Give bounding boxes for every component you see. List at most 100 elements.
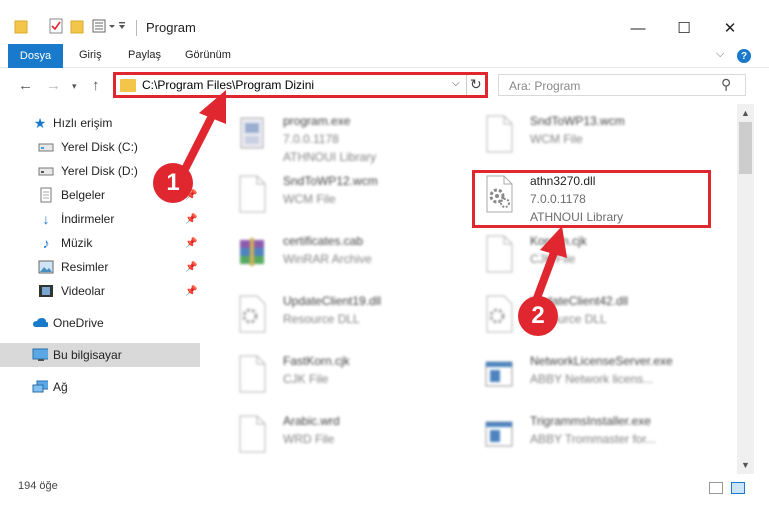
file-item[interactable]: SndToWP12.wcm WCM File <box>211 170 451 226</box>
tab-file[interactable]: Dosya <box>8 44 63 68</box>
sidebar-item-disk-c[interactable]: Yerel Disk (C:) <box>0 135 200 159</box>
archive-icon <box>235 234 269 274</box>
documents-icon <box>38 187 54 203</box>
file-description: WCM File <box>283 192 336 206</box>
recent-locations-icon[interactable]: ▾ <box>72 81 77 92</box>
sidebar-item-quick-access[interactable]: ★ Hızlı erişim <box>0 111 200 135</box>
ribbon-tabs: Dosya Giriş Paylaş Görünüm ⌵ ? <box>0 44 769 68</box>
file-name: TrigrammsInstaller.exe <box>530 414 651 428</box>
sidebar-item-label: Belgeler <box>61 188 106 202</box>
star-icon: ★ <box>33 114 47 131</box>
file-item[interactable]: UpdateClient42.dll Resource DLL <box>458 290 698 346</box>
file-item[interactable]: TrigrammsInstaller.exe ABBY Trommaster f… <box>458 410 698 466</box>
item-count: 194 öğe <box>18 480 58 492</box>
sidebar-item-label: İndirmeler <box>61 212 115 226</box>
tab-share[interactable]: Paylaş <box>128 49 161 61</box>
file-description: WinRAR Archive <box>283 252 372 266</box>
file-item[interactable]: FastKorn.cjk CJK File <box>211 350 451 406</box>
minimize-button[interactable]: — <box>615 14 661 42</box>
file-description: ATHNOUI Library <box>283 150 377 164</box>
scroll-thumb[interactable] <box>739 122 752 174</box>
close-button[interactable]: ✕ <box>707 14 753 42</box>
file-name: SndToWP12.wcm <box>283 174 378 188</box>
ribbon-expand-icon[interactable]: ⌵ <box>716 48 724 61</box>
cloud-icon <box>32 316 48 330</box>
sidebar-item-label: Müzik <box>61 236 93 250</box>
sidebar-item-onedrive[interactable]: OneDrive <box>0 311 200 335</box>
maximize-button[interactable]: ☐ <box>661 14 707 42</box>
drive-icon <box>38 140 54 154</box>
file-version: 7.0.0.1178 <box>283 132 339 146</box>
navigation-bar: ← → ▾ ↑ C:\Program Files\Program Dizini … <box>0 68 769 104</box>
file-item[interactable]: NetworkLicenseServer.exe ABBY Network li… <box>458 350 698 406</box>
details-view-icon[interactable] <box>709 482 723 494</box>
file-description: CJK File <box>283 372 329 386</box>
pin-icon[interactable]: 📌 <box>185 286 197 297</box>
sidebar-item-pictures[interactable]: Resimler 📌 <box>0 255 200 279</box>
search-box[interactable]: Ara: Program ⚲ <box>498 74 746 96</box>
tab-view[interactable]: Görünüm <box>185 49 231 61</box>
search-input[interactable]: Ara: Program <box>509 79 580 93</box>
title-separator <box>136 20 137 36</box>
sidebar-item-label: Resimler <box>61 260 109 274</box>
file-item[interactable]: certificates.cab WinRAR Archive <box>211 230 451 286</box>
drive-icon <box>38 164 54 178</box>
new-folder-icon[interactable] <box>70 17 84 35</box>
chevron-down-icon[interactable]: ⌵ <box>452 78 460 89</box>
customize-toolbar-icon[interactable] <box>92 17 126 35</box>
vertical-scrollbar[interactable]: ▲ ▼ <box>737 104 754 474</box>
pin-icon[interactable]: 📌 <box>185 214 197 225</box>
application-icon <box>482 414 516 454</box>
address-path[interactable]: C:\Program Files\Program Dizini <box>142 78 314 92</box>
back-arrow-icon[interactable]: ← <box>18 77 33 94</box>
refresh-icon[interactable]: ↻ <box>470 76 482 93</box>
up-arrow-icon[interactable]: ↑ <box>92 77 100 94</box>
title-bar: Program — ☐ ✕ <box>0 0 769 44</box>
file-item[interactable]: UpdateClient19.dll Resource DLL <box>211 290 451 346</box>
file-description: WRD File <box>283 432 335 446</box>
sidebar-item-label: Videolar <box>61 284 105 298</box>
file-item[interactable]: program.exe 7.0.0.1178 ATHNOUI Library <box>211 110 451 166</box>
scroll-up-icon[interactable]: ▲ <box>741 108 750 118</box>
tab-home[interactable]: Giriş <box>79 49 102 61</box>
file-name: NetworkLicenseServer.exe <box>530 354 673 368</box>
dll-gear-icon <box>482 294 516 334</box>
sidebar-item-this-pc[interactable]: Bu bilgisayar <box>0 343 200 367</box>
video-icon <box>38 284 54 298</box>
file-item[interactable]: Korean.cjk CJK File <box>458 230 698 286</box>
file-name: Korean.cjk <box>530 234 587 248</box>
status-bar: 194 öğe <box>0 474 769 508</box>
sidebar-item-network[interactable]: Ağ <box>0 375 200 399</box>
search-icon[interactable]: ⚲ <box>721 76 731 93</box>
file-description: CJK File <box>530 252 576 266</box>
sidebar-item-label: Yerel Disk (D:) <box>61 164 138 178</box>
file-name: Arabic.wrd <box>283 414 340 428</box>
file-description: ABBY Network licens... <box>530 372 654 386</box>
file-name: certificates.cab <box>283 234 364 248</box>
executable-icon <box>235 114 269 154</box>
sidebar-item-label: Ağ <box>53 380 68 394</box>
file-name: UpdateClient19.dll <box>283 294 382 308</box>
file-item[interactable]: Arabic.wrd WRD File <box>211 410 451 466</box>
file-name: program.exe <box>283 114 351 128</box>
file-item[interactable]: SndToWP13.wcm WCM File <box>458 110 698 166</box>
dll-gear-icon <box>235 294 269 334</box>
pin-icon[interactable]: 📌 <box>185 262 197 273</box>
application-icon <box>482 354 516 394</box>
sidebar-item-downloads[interactable]: ↓ İndirmeler 📌 <box>0 207 200 231</box>
forward-arrow-icon[interactable]: → <box>46 77 61 94</box>
file-description: ABBY Trommaster for... <box>530 432 656 446</box>
tiles-view-icon[interactable] <box>731 482 745 494</box>
sidebar-item-music[interactable]: ♪ Müzik 📌 <box>0 231 200 255</box>
file-description: WCM File <box>530 132 583 146</box>
folder-icon <box>120 79 136 92</box>
file-name: SndToWP13.wcm <box>530 114 625 128</box>
sidebar-item-videos[interactable]: Videolar 📌 <box>0 279 200 303</box>
scroll-down-icon[interactable]: ▼ <box>741 460 750 470</box>
help-icon[interactable]: ? <box>737 49 751 63</box>
properties-icon[interactable] <box>48 17 64 35</box>
music-icon: ♪ <box>42 235 50 251</box>
address-bar[interactable]: C:\Program Files\Program Dizini ⌵ ↻ <box>113 72 488 98</box>
pin-icon[interactable]: 📌 <box>185 238 197 249</box>
sidebar-item-label: OneDrive <box>53 316 104 330</box>
